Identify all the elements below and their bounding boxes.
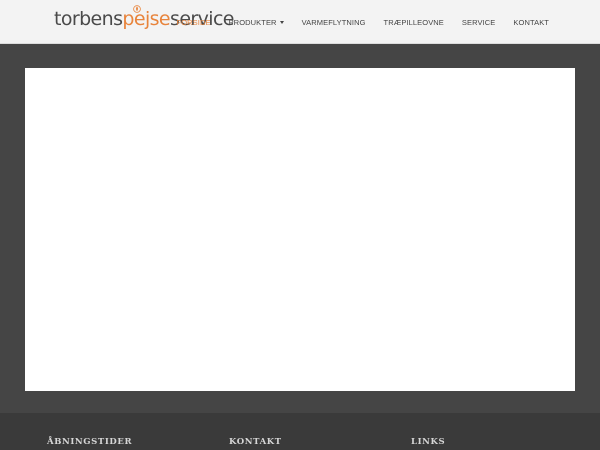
nav-item-label: VARMEFLYTNING — [301, 17, 366, 27]
nav-item-produkter[interactable]: PRODUKTER — [220, 0, 293, 44]
top-navbar: torbens pejse service FORSIDE PRODUKTER … — [0, 0, 600, 44]
nav-item-label: TRÆPILLEOVNE — [383, 17, 444, 27]
nav-item-service[interactable]: SERVICE — [453, 0, 505, 44]
nav-item-varmeflytning[interactable]: VARMEFLYTNING — [293, 0, 375, 44]
main-nav-menu: FORSIDE PRODUKTER VARMEFLYTNING TRÆPILLE… — [168, 0, 558, 44]
caret-down-icon — [279, 20, 284, 24]
logo-text-pejse-label: pejse — [122, 8, 171, 30]
logo-text-torbens: torbens — [54, 8, 123, 30]
footer-heading-contact: KONTAKT — [229, 437, 282, 447]
nav-item-label: KONTAKT — [513, 17, 549, 27]
nav-item-label: PRODUKTER — [228, 17, 277, 27]
nav-item-label: SERVICE — [461, 17, 496, 27]
logo-text-pejse: pejse — [122, 5, 171, 30]
hero-section — [0, 45, 600, 413]
hero-image-panel — [25, 68, 575, 391]
nav-item-forside[interactable]: FORSIDE — [168, 0, 220, 44]
footer-heading-opening-hours: ÅBNINGSTIDER — [47, 437, 133, 447]
footer-heading-links: LINKS — [411, 437, 446, 447]
flame-icon — [133, 5, 142, 13]
site-footer: ÅBNINGSTIDER KONTAKT LINKS — [0, 413, 600, 450]
nav-item-traepilleovne[interactable]: TRÆPILLEOVNE — [375, 0, 453, 44]
nav-item-label: FORSIDE — [176, 17, 211, 27]
nav-item-kontakt[interactable]: KONTAKT — [504, 0, 558, 44]
